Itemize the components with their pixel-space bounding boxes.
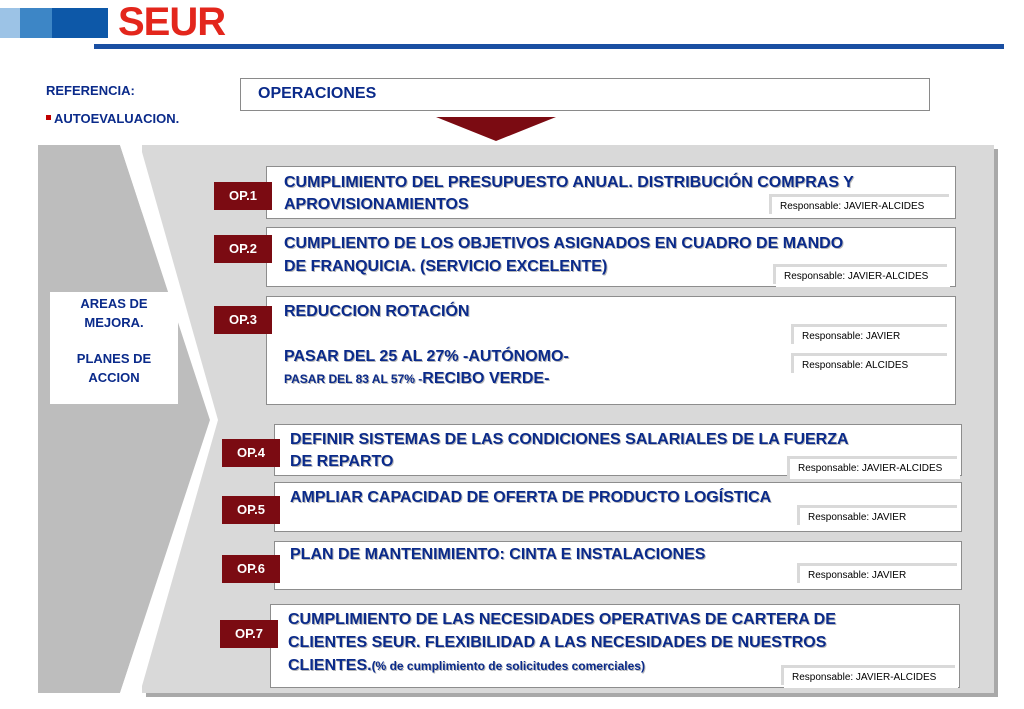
op3-line-2: PASAR DEL 25 AL 27% -AUTÓNOMO- — [284, 348, 569, 365]
op5-responsible: Responsable: JAVIER — [800, 508, 960, 528]
op3-line-1: REDUCCION ROTACIÓN — [284, 303, 470, 320]
op1-line-2: APROVISIONAMIENTOS — [284, 196, 469, 213]
op1-label: OP.1 — [214, 182, 272, 210]
op5-line-1: AMPLIAR CAPACIDAD DE OFERTA DE PRODUCTO … — [290, 489, 772, 506]
op4-label: OP.4 — [222, 439, 280, 467]
area-line-4: ACCION — [88, 370, 140, 385]
reference-title: REFERENCIA: — [46, 83, 135, 98]
op3-line-3-small: PASAR DEL 83 AL 57% - — [284, 372, 423, 386]
op7-line-2: CLIENTES SEUR. FLEXIBILIDAD A LAS NECESI… — [288, 634, 827, 651]
op6-label: OP.6 — [222, 555, 280, 583]
op7-line-3-big: CLIENTES. — [288, 657, 372, 674]
op7-responsible: Responsable: JAVIER-ALCIDES — [784, 668, 958, 688]
bullet-icon — [46, 115, 51, 121]
op7-label: OP.7 — [220, 620, 278, 648]
op3-line-3-big: RECIBO VERDE- — [422, 370, 550, 387]
header-square-dark — [52, 8, 108, 38]
seur-logo: SEUR — [118, 0, 226, 44]
operations-title: OPERACIONES — [258, 85, 377, 102]
areas-de-mejora-box: AREAS DE MEJORA. PLANES DE ACCION — [50, 292, 178, 404]
op3-responsible-1: Responsable: JAVIER — [794, 327, 950, 347]
op6-responsible: Responsable: JAVIER — [800, 566, 960, 586]
area-line-3: PLANES DE — [76, 351, 152, 366]
op4-line-2: DE REPARTO — [290, 453, 394, 470]
header-square-light — [0, 8, 20, 38]
down-arrow-icon — [436, 117, 556, 141]
header-square-mid — [20, 8, 52, 38]
op7-line-1: CUMPLIMIENTO DE LAS NECESIDADES OPERATIV… — [288, 611, 836, 628]
op3-responsible-2: Responsable: ALCIDES — [794, 356, 950, 376]
op6-line-1: PLAN DE MANTENIMIENTO: CINTA E INSTALACI… — [290, 546, 706, 563]
op1-responsible: Responsable: JAVIER-ALCIDES — [772, 197, 952, 217]
area-line-1: AREAS DE — [80, 296, 148, 311]
op7-line-3-small: (% de cumplimiento de solicitudes comerc… — [371, 659, 645, 673]
op5-label: OP.5 — [222, 496, 280, 524]
area-line-2: MEJORA. — [84, 315, 144, 330]
op2-line-2: DE FRANQUICIA. (SERVICIO EXCELENTE) — [284, 258, 608, 275]
op3-line-3: PASAR DEL 83 AL 57% -RECIBO VERDE- — [284, 368, 549, 390]
reference-item: AUTOEVALUACION. — [46, 111, 179, 126]
op2-label: OP.2 — [214, 235, 272, 263]
header-rule — [94, 44, 1004, 49]
op4-responsible: Responsable: JAVIER-ALCIDES — [790, 459, 960, 479]
op2-line-1: CUMPLIENTO DE LOS OBJETIVOS ASIGNADOS EN… — [284, 235, 844, 252]
reference-item-label: AUTOEVALUACION. — [54, 111, 180, 126]
op7-line-3: CLIENTES.(% de cumplimiento de solicitud… — [288, 655, 645, 677]
op1-line-1: CUMPLIMIENTO DEL PRESUPUESTO ANUAL. DIST… — [284, 174, 854, 191]
op2-responsible: Responsable: JAVIER-ALCIDES — [776, 267, 950, 287]
op3-label: OP.3 — [214, 306, 272, 334]
chevron-arrow-shape — [38, 145, 218, 693]
op4-line-1: DEFINIR SISTEMAS DE LAS CONDICIONES SALA… — [290, 431, 849, 448]
